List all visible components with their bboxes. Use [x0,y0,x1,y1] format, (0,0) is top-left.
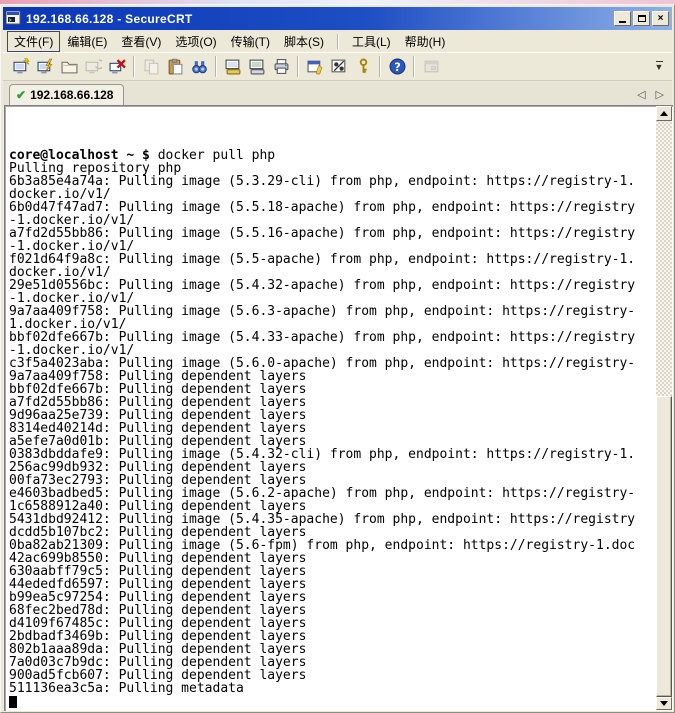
toolbar-separator [133,56,135,77]
help-icon[interactable]: ? [385,55,409,78]
scrollbar-thumb[interactable] [656,396,672,697]
maximize-icon [638,15,646,22]
tab-scroll-right-icon[interactable]: ▷ [656,88,664,101]
session-tab-label: 192.168.66.128 [30,88,113,102]
window-title: 192.168.66.128 - SecureCRT [26,12,614,26]
terminal-output-line: 511136ea3c5a: Pulling metadata [9,682,656,695]
app-icon [6,11,22,26]
connected-check-icon: ✔ [16,88,26,102]
reconnect-icon[interactable] [81,55,105,78]
connect-icon[interactable] [9,55,33,78]
new-window-icon[interactable] [419,55,443,78]
printer-icon[interactable] [269,55,293,78]
close-icon: × [658,14,664,24]
menu-separator [337,34,339,49]
terminal-cursor [9,696,17,708]
connect-in-tab-icon[interactable] [57,55,81,78]
toolbar: ? ▼ [3,52,672,80]
copy-icon[interactable] [139,55,163,78]
scrollbar-up-button[interactable] [656,106,672,121]
toolbar-separator [215,56,217,77]
title-bar[interactable]: 192.168.66.128 - SecureCRT × [3,7,672,30]
close-button[interactable]: × [652,11,669,26]
toolbar-overflow-bar [656,61,663,62]
session-properties-icon[interactable] [303,55,327,78]
terminal-text: core@localhost ~ $ docker pull php Pulli… [4,105,656,711]
toolbar-separator [413,56,415,77]
scroll-down-icon [660,701,668,706]
find-icon[interactable] [187,55,211,78]
menu-tools[interactable]: 工具(L) [345,31,398,52]
scrollbar-track[interactable] [656,106,672,710]
disconnect-icon[interactable] [105,55,129,78]
menu-options[interactable]: 选项(O) [168,31,223,52]
toolbar-separator [297,56,299,77]
key-agent-icon[interactable] [351,55,375,78]
session-tab[interactable]: ✔ 192.168.66.128 [9,84,124,105]
minimize-icon [619,21,626,23]
toolbar-overflow-icon[interactable]: ▼ [652,59,666,75]
terminal-output: Pulling repository php6b3a85e4a74a: Pull… [9,162,656,695]
toolbar-separator [379,56,381,77]
menu-script[interactable]: 脚本(S) [277,31,331,52]
scroll-up-icon [660,111,668,116]
menu-transfer[interactable]: 传输(T) [224,31,277,52]
maximize-button[interactable] [633,11,650,26]
menu-bar: 文件(F) 编辑(E) 查看(V) 选项(O) 传输(T) 脚本(S) 工具(L… [3,31,672,52]
tab-scroll-left-icon[interactable]: ◁ [637,88,645,101]
menu-view[interactable]: 查看(V) [114,31,168,52]
print-screen-icon[interactable] [221,55,245,78]
svg-text:?: ? [394,61,400,74]
terminal-screen[interactable]: core@localhost ~ $ docker pull php Pulli… [4,105,673,711]
terminal-cursor-line [9,695,656,708]
quick-connect-icon[interactable] [33,55,57,78]
securecrt-window: 192.168.66.128 - SecureCRT × 文件(F) 编辑(E)… [0,4,675,713]
print-selection-icon[interactable] [245,55,269,78]
menu-edit[interactable]: 编辑(E) [60,31,114,52]
scrollbar-down-button[interactable] [656,697,672,710]
session-options-icon[interactable] [327,55,351,78]
menu-help[interactable]: 帮助(H) [398,31,453,52]
paste-icon[interactable] [163,55,187,78]
tab-bar: ✔ 192.168.66.128 ◁ ▷ [3,80,672,105]
minimize-button[interactable] [614,11,631,26]
menu-file[interactable]: 文件(F) [7,31,60,52]
